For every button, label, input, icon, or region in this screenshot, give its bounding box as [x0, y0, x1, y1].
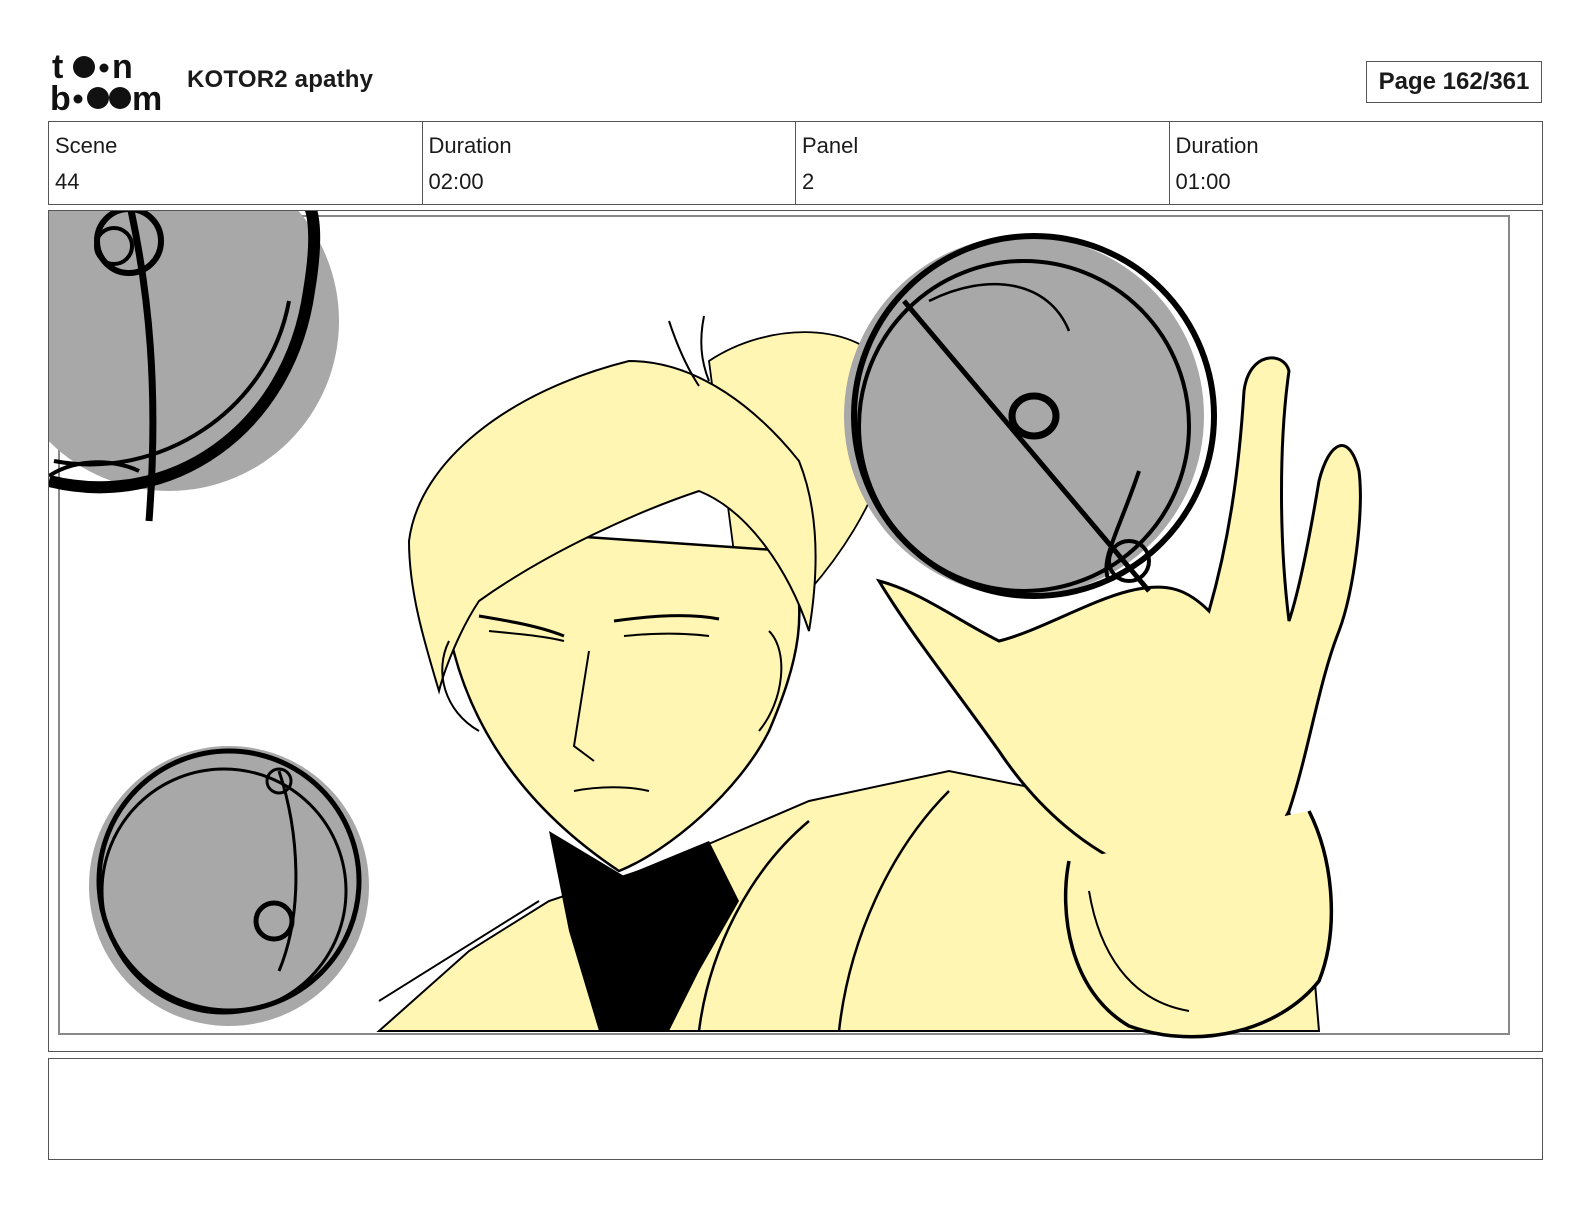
panel-cell: Panel 2: [796, 122, 1170, 204]
panel-sketch: [49, 211, 1510, 1039]
scene-duration-label: Duration: [428, 133, 512, 158]
storyboard-panel: [48, 210, 1543, 1052]
scene-duration-cell: Duration 02:00: [423, 122, 796, 204]
floating-sphere-top-left: [49, 211, 339, 522]
svg-text:b: b: [50, 80, 71, 114]
panel-notes: [48, 1058, 1543, 1160]
scene-cell: Scene 44: [49, 122, 423, 204]
scene-info-table: Scene 44 Duration 02:00 Panel 2 Duration…: [48, 121, 1543, 205]
panel-label: Panel: [802, 133, 859, 158]
panel-duration-label: Duration: [1175, 133, 1259, 158]
page-indicator: Page 162/361: [1366, 61, 1542, 103]
scene-value: 44: [55, 169, 80, 194]
scene-duration-value: 02:00: [428, 169, 484, 194]
floating-sphere-bottom-left: [89, 746, 369, 1026]
scene-label: Scene: [55, 133, 118, 158]
toon-boom-logo: t n b m: [50, 48, 166, 118]
panel-value: 2: [802, 169, 815, 194]
panel-duration-cell: Duration 01:00: [1170, 122, 1543, 204]
svg-text:n: n: [112, 50, 133, 86]
panel-duration-value: 01:00: [1175, 169, 1231, 194]
project-title: KOTOR2 apathy: [187, 66, 374, 93]
floating-sphere-top-right: [844, 233, 1217, 599]
svg-text:m: m: [132, 80, 162, 114]
